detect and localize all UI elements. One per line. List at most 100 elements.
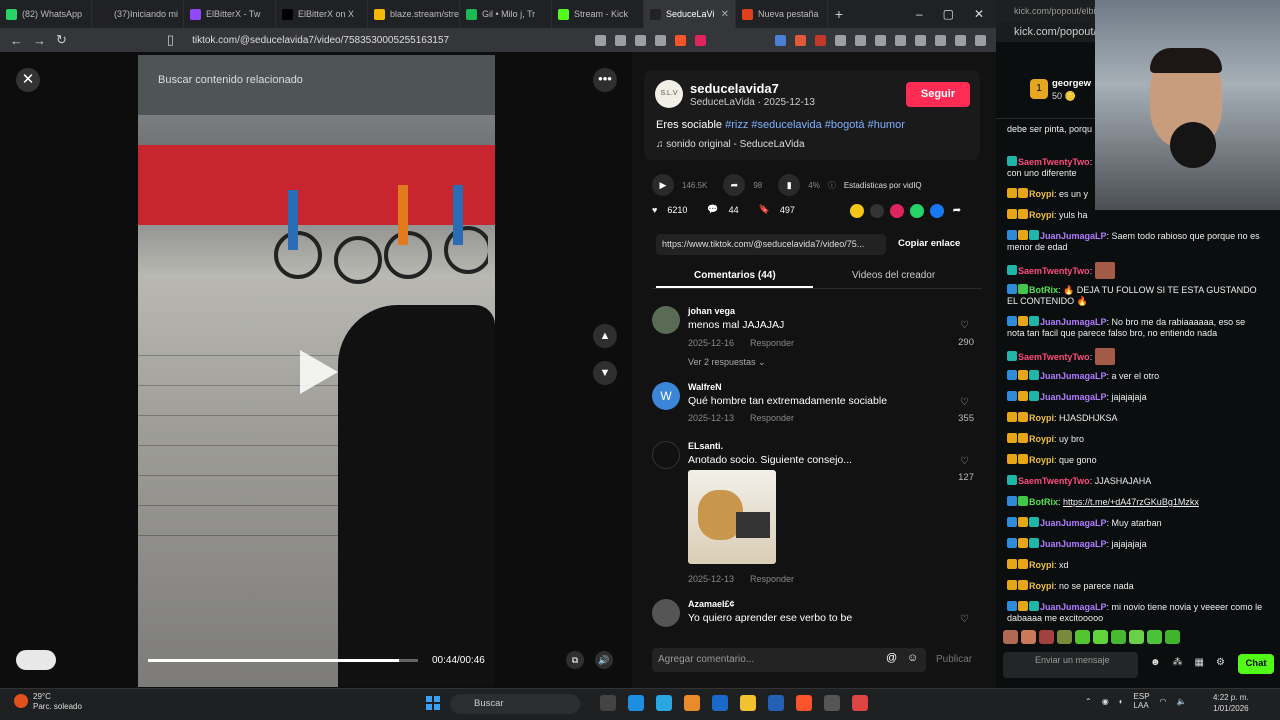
vpn-icon[interactable] [955,34,966,46]
comment-image[interactable] [688,470,776,564]
chat-username[interactable]: SaemTwentyTwo [1018,352,1090,362]
weather-widget[interactable]: 29°C Parc. soleado [33,692,82,712]
comment-user[interactable]: Azamael£¢ [688,599,735,609]
browser-tab[interactable]: Gil • Milo j, Tr [460,0,552,28]
creator-username[interactable]: seducelavida7 [690,81,779,96]
extension-icon[interactable] [835,34,846,46]
emote-icon[interactable] [1021,630,1036,644]
heart-icon[interactable]: ♥ [652,205,657,215]
chat-username[interactable]: Roypi [1029,210,1054,220]
extension-icon[interactable] [795,34,806,46]
chat-username[interactable]: JuanJumagaLP [1040,539,1107,549]
video-link[interactable]: https://www.tiktok.com/@seducelavida7/vi… [656,234,886,255]
edge-icon[interactable] [628,695,644,711]
extension-icon[interactable] [855,34,866,46]
chat-username[interactable]: Roypi [1029,434,1054,444]
maximize-button[interactable]: ▢ [943,7,954,21]
close-tab-icon[interactable]: ✕ [721,9,729,20]
embed-icon[interactable] [870,204,884,218]
chat-username[interactable]: JuanJumagaLP [1040,392,1107,402]
folder-icon[interactable] [740,695,756,711]
chat-username[interactable]: JuanJumagaLP [1040,231,1107,241]
brave-icon[interactable] [796,695,812,711]
task-view-icon[interactable] [600,695,616,711]
chat-username[interactable]: SaemTwentyTwo [1018,476,1090,486]
app-icon[interactable] [768,695,784,711]
taskbar-search[interactable]: Buscar [450,694,580,714]
picture-in-picture-button[interactable]: ⧉ [566,651,584,669]
emote-icon[interactable] [1003,630,1018,644]
new-tab-button[interactable]: + [828,6,850,22]
sidebar-icon[interactable] [895,34,906,46]
comment-like-icon[interactable]: ♡ [960,397,969,408]
app-icon[interactable] [656,695,672,711]
previous-video-button[interactable]: ▲ [593,324,617,348]
chat-username[interactable]: JuanJumagaLP [1040,317,1107,327]
browser-tab[interactable]: Nueva pestaña [736,0,828,28]
creator-avatar[interactable]: S.L.V [655,80,683,108]
users-icon[interactable]: ⁂ [1173,657,1183,668]
media-icon[interactable] [875,34,886,46]
chat-username[interactable]: JuanJumagaLP [1040,602,1107,612]
app-icon[interactable] [852,695,868,711]
chat-link[interactable]: https://t.me/+dA47rzGKuBg1Mzkx [1063,497,1199,507]
reply-button[interactable]: Responder [750,338,794,348]
emote-icon[interactable] [1111,630,1126,644]
menu-icon[interactable] [975,34,986,46]
browser-tab[interactable]: (37)Iniciando mi [92,0,184,28]
view-replies-button[interactable]: Ver 2 respuestas ⌄ [688,357,766,368]
browser-tab[interactable]: blaze.stream/stre [368,0,460,28]
close-window-button[interactable]: ✕ [974,7,984,21]
comment-avatar[interactable] [652,441,680,469]
tray-app-icon[interactable]: ◉ [1102,697,1109,706]
play-icon[interactable] [300,350,338,394]
sound-link[interactable]: ♫ sonido original - SeduceLaVida [656,139,805,150]
comment-user[interactable]: ELsanti. [688,441,723,451]
emote-icon[interactable] [1129,630,1144,644]
extension-icon[interactable] [815,34,826,46]
next-video-button[interactable]: ▼ [593,361,617,385]
comment-like-icon[interactable]: ♡ [960,320,969,331]
comment-input[interactable]: Agregar comentario... [652,648,926,672]
wifi-icon[interactable]: ◠ [1160,697,1167,706]
emote-icon[interactable] [1039,630,1054,644]
mention-icon[interactable]: @ [886,652,897,664]
browser-tab[interactable]: ElBitterX on X [276,0,368,28]
whatsapp-icon[interactable] [910,204,924,218]
extension-icon[interactable] [775,34,786,46]
reply-button[interactable]: Responder [750,574,794,584]
language-indicator[interactable]: ESP LAA [1134,692,1150,710]
copy-link-button[interactable]: Copiar enlace [898,238,960,249]
browser-tab[interactable]: Stream - Kick [552,0,644,28]
emote-icon[interactable] [1075,630,1090,644]
extensions-puzzle-icon[interactable] [915,34,926,46]
chat-username[interactable]: SaemTwentyTwo [1018,157,1090,167]
chat-username[interactable]: Roypi [1029,581,1054,591]
emote-icon[interactable] [1057,630,1072,644]
chat-username[interactable]: Roypi [1029,413,1054,423]
emote-icon[interactable] [1165,630,1180,644]
facebook-icon[interactable] [930,204,944,218]
emote-icon[interactable] [1093,630,1108,644]
chat-username[interactable]: Roypi [1029,455,1054,465]
tab-comments[interactable]: Comentarios (44) [694,270,776,281]
windows-start-icon[interactable] [426,696,440,710]
chat-username[interactable]: SaemTwentyTwo [1018,266,1090,276]
store-icon[interactable] [712,695,728,711]
leo-icon[interactable] [935,34,946,46]
reload-icon[interactable]: ↻ [56,32,67,48]
comment-like-icon[interactable]: ♡ [960,456,969,467]
browser-tab[interactable]: ElBitterX - Tw [184,0,276,28]
related-search-input[interactable]: Buscar contenido relacionado [158,74,303,86]
brave-shield-icon[interactable] [675,34,686,46]
chat-username[interactable]: Roypi [1029,560,1054,570]
close-button[interactable]: ✕ [16,68,40,92]
extension-icon[interactable] [595,34,606,46]
play-icon[interactable]: ▶ [652,174,674,196]
emote-icon[interactable] [1147,630,1162,644]
chat-username[interactable]: JuanJumagaLP [1040,518,1107,528]
copilot-icon[interactable] [684,695,700,711]
obs-icon[interactable] [824,695,840,711]
reply-button[interactable]: Responder [750,413,794,423]
comment-user[interactable]: WalfreN [688,382,722,392]
